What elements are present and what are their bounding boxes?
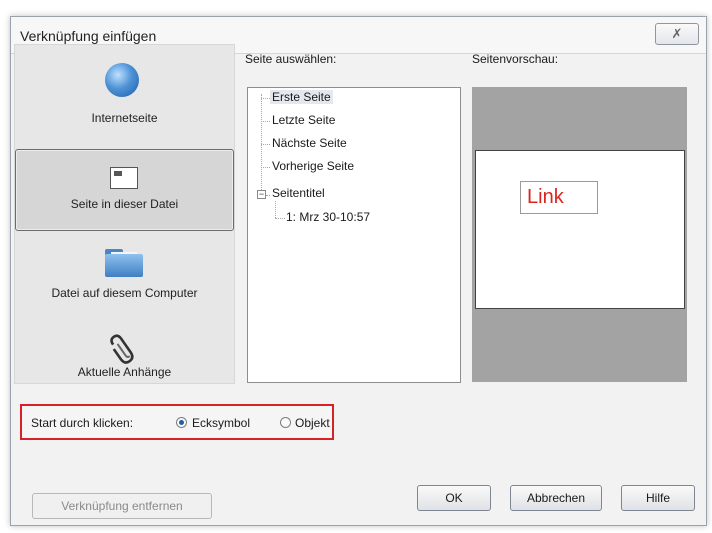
collapse-icon[interactable]: − <box>257 190 266 199</box>
close-button[interactable]: ✗ <box>655 23 699 45</box>
radio-corner-icon[interactable] <box>176 417 187 428</box>
radio-object[interactable] <box>280 417 291 428</box>
remove-link-button[interactable]: Verknüpfung entfernen <box>32 493 212 519</box>
sidebar-item-label: Datei auf diesem Computer <box>51 286 198 300</box>
cancel-button[interactable]: Abbrechen <box>510 485 602 511</box>
sidebar-item-internet-page[interactable]: Internetseite <box>15 49 234 145</box>
ok-button[interactable]: OK <box>417 485 491 511</box>
page-preview: Link <box>472 87 687 382</box>
paperclip-icon <box>110 334 134 364</box>
start-by-click-label: Start durch klicken: <box>31 416 134 430</box>
globe-icon <box>105 63 139 97</box>
help-button[interactable]: Hilfe <box>621 485 695 511</box>
sidebar-item-label: Seite in dieser Datei <box>70 197 179 211</box>
radio-object-label[interactable]: Objekt <box>295 416 330 430</box>
page-preview-label: Seitenvorschau: <box>472 52 559 66</box>
tree-item-page-titles[interactable]: Seitentitel <box>272 186 325 200</box>
tree-item-next-page[interactable]: Nächste Seite <box>272 136 347 150</box>
tree-item-last-page[interactable]: Letzte Seite <box>272 113 335 127</box>
radio-corner-icon-label[interactable]: Ecksymbol <box>192 416 250 430</box>
page-icon <box>110 167 138 189</box>
tree-item-first-page[interactable]: Erste Seite <box>270 90 333 104</box>
close-icon: ✗ <box>671 26 683 41</box>
tree-item-previous-page[interactable]: Vorherige Seite <box>272 159 354 173</box>
start-by-click-group: Start durch klicken: Ecksymbol Objekt <box>20 404 334 440</box>
folder-icon <box>105 249 143 277</box>
sidebar-item-file-on-computer[interactable]: Datei auf diesem Computer <box>15 239 234 309</box>
sidebar-item-page-in-file[interactable]: Seite in dieser Datei <box>15 149 234 231</box>
link-type-sidebar: Internetseite Seite in dieser Datei Date… <box>14 44 235 384</box>
page-tree[interactable]: Erste Seite Letzte Seite Nächste Seite V… <box>247 87 461 383</box>
dialog-title: Verknüpfung einfügen <box>20 28 157 44</box>
page-select-label: Seite auswählen: <box>245 52 337 66</box>
preview-link-object: Link <box>520 181 598 214</box>
sidebar-item-label: Internetseite <box>91 111 158 125</box>
preview-page: Link <box>475 150 685 309</box>
tree-item-page-1[interactable]: 1: Mrz 30-10:57 <box>286 210 370 224</box>
sidebar-item-label: Aktuelle Anhänge <box>77 365 172 379</box>
sidebar-item-current-attachments[interactable]: Aktuelle Anhänge <box>15 325 234 385</box>
